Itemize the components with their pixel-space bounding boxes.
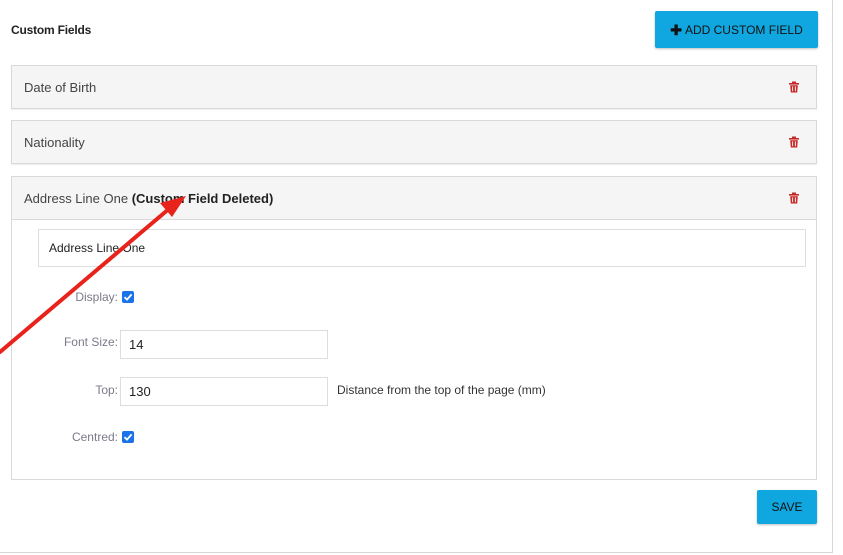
font-size-label: Font Size: — [63, 335, 118, 349]
custom-field-row-date-of-birth[interactable]: Date of Birth — [11, 65, 817, 109]
custom-field-header[interactable]: Address Line One (Custom Field Deleted) — [12, 177, 816, 220]
check-icon — [123, 433, 133, 441]
trash-icon[interactable] — [788, 81, 800, 93]
save-button[interactable]: SAVE — [757, 490, 817, 524]
centred-label: Centred: — [71, 430, 118, 444]
custom-field-label: Nationality — [24, 134, 85, 150]
plus-icon: ✚ — [670, 21, 682, 38]
field-name-input[interactable] — [38, 229, 806, 267]
font-size-input[interactable] — [120, 330, 328, 359]
custom-field-title: Address Line One (Custom Field Deleted) — [24, 191, 788, 206]
custom-field-label: Date of Birth — [24, 79, 97, 95]
add-custom-field-button[interactable]: ✚ ADD CUSTOM FIELD — [655, 11, 818, 48]
display-label: Display: — [75, 290, 118, 304]
trash-icon[interactable] — [788, 136, 800, 148]
section-title: Custom Fields — [11, 23, 92, 37]
deleted-tag: (Custom Field Deleted) — [131, 190, 274, 206]
custom-field-label: Address Line One — [24, 190, 129, 206]
trash-icon[interactable] — [788, 192, 800, 204]
display-checkbox[interactable] — [122, 291, 134, 303]
top-input[interactable] — [120, 377, 328, 406]
top-hint: Distance from the top of the page (mm) — [337, 383, 546, 397]
custom-fields-page: Custom Fields ✚ ADD CUSTOM FIELD Date of… — [0, 0, 843, 555]
top-label: Top: — [95, 383, 118, 397]
check-icon — [123, 293, 133, 301]
centred-checkbox[interactable] — [122, 431, 134, 443]
add-custom-field-label: ADD CUSTOM FIELD — [684, 22, 803, 37]
custom-field-expanded-address-line-one: Address Line One (Custom Field Deleted) … — [11, 176, 817, 480]
custom-field-row-nationality[interactable]: Nationality — [11, 120, 817, 164]
